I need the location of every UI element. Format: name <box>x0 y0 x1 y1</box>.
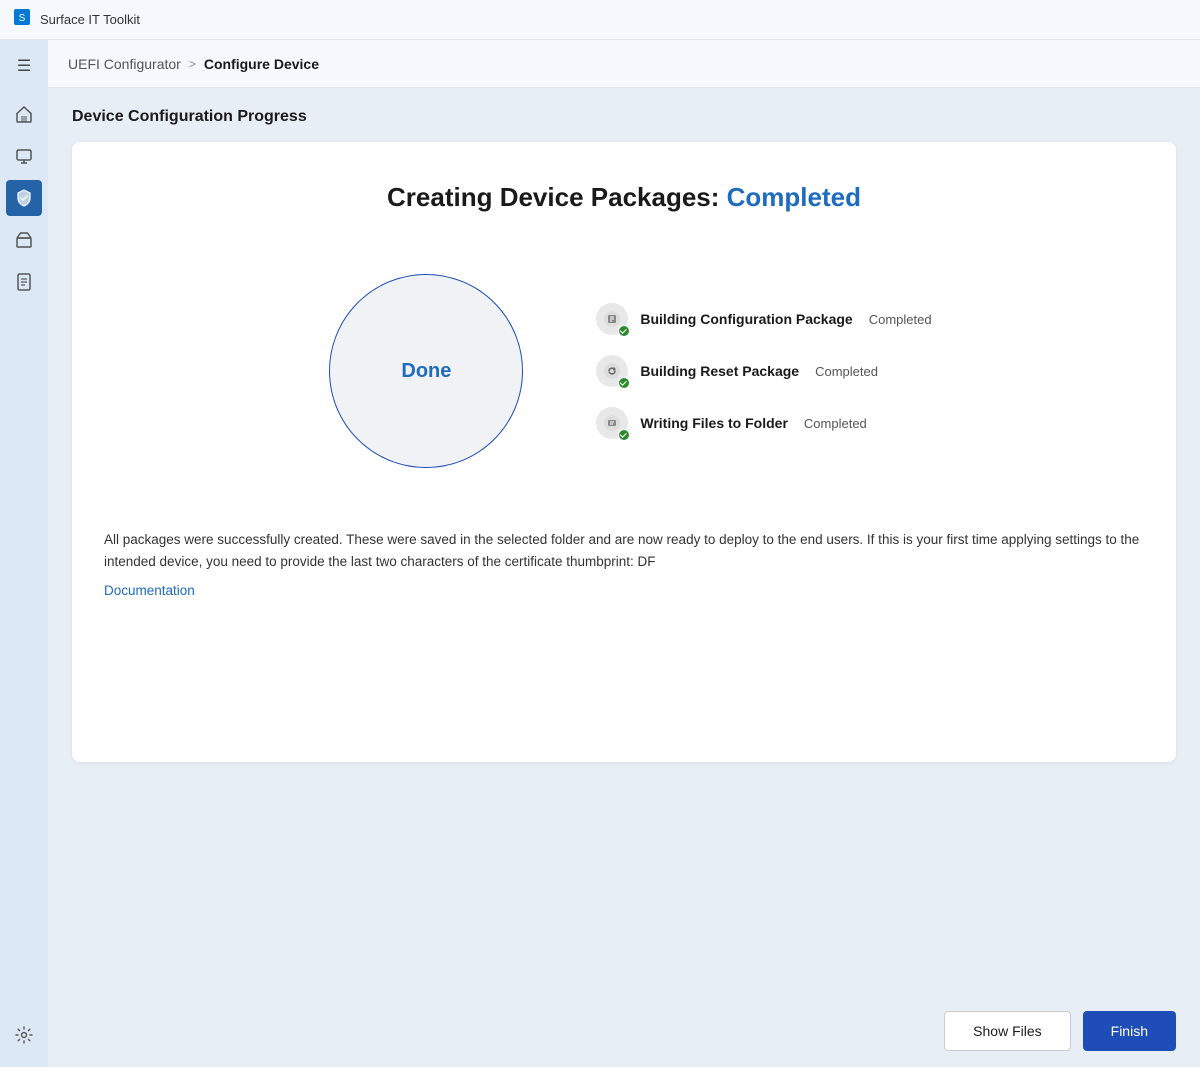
step-item-2: Building Reset Package Completed <box>596 355 931 387</box>
finish-button[interactable]: Finish <box>1083 1011 1176 1051</box>
report-icon <box>14 272 34 292</box>
progress-circle-container: Done <box>316 261 536 481</box>
step-label-2: Building Reset Package <box>640 363 799 379</box>
breadcrumb-current: Configure Device <box>204 56 319 72</box>
svg-text:S: S <box>19 13 26 24</box>
gear-icon <box>14 1025 34 1045</box>
hamburger-menu[interactable]: ☰ <box>6 48 42 84</box>
check-badge-1 <box>618 325 630 337</box>
home-icon <box>14 104 34 124</box>
breadcrumb-separator: > <box>189 57 196 71</box>
check-badge-2 <box>618 377 630 389</box>
step-label-1: Building Configuration Package <box>640 311 852 327</box>
steps-list: Building Configuration Package Completed <box>596 303 931 439</box>
circle-inner: Done <box>330 275 522 467</box>
step-status-1: Completed <box>869 312 932 327</box>
progress-area: Done <box>104 261 1144 481</box>
package-icon <box>14 230 34 250</box>
creating-title-static: Creating Device Packages: <box>387 182 719 212</box>
header: UEFI Configurator > Configure Device <box>48 40 1200 88</box>
breadcrumb: UEFI Configurator > Configure Device <box>68 56 319 72</box>
sidebar-item-reports[interactable] <box>6 264 42 300</box>
show-files-button[interactable]: Show Files <box>944 1011 1070 1051</box>
step-icon-2 <box>596 355 628 387</box>
app-title: Surface IT Toolkit <box>40 12 140 27</box>
shield-icon <box>14 188 34 208</box>
step-status-2: Completed <box>815 364 878 379</box>
circle-label: Done <box>401 360 451 383</box>
device-icon <box>14 146 34 166</box>
sidebar-item-uefi[interactable] <box>6 180 42 216</box>
app-logo: S <box>12 7 32 32</box>
step-icon-1 <box>596 303 628 335</box>
page-content: Device Configuration Progress Creating D… <box>48 88 1200 995</box>
sidebar-item-home[interactable] <box>6 96 42 132</box>
step-item-3: Writing Files to Folder Completed <box>596 407 931 439</box>
sidebar-item-device[interactable] <box>6 138 42 174</box>
step-icon-3 <box>596 407 628 439</box>
title-bar: S Surface IT Toolkit <box>0 0 1200 40</box>
check-badge-3 <box>618 429 630 441</box>
step-item-1: Building Configuration Package Completed <box>596 303 931 335</box>
sidebar-item-settings[interactable] <box>6 1017 42 1053</box>
creating-title-status: Completed <box>727 182 861 212</box>
sidebar-item-packages[interactable] <box>6 222 42 258</box>
progress-card: Creating Device Packages: Completed Done <box>72 142 1176 762</box>
sidebar: ☰ <box>0 40 48 1067</box>
hamburger-icon: ☰ <box>17 56 31 76</box>
step-status-3: Completed <box>804 416 867 431</box>
description-text: All packages were successfully created. … <box>104 529 1144 572</box>
creating-title: Creating Device Packages: Completed <box>104 182 1144 213</box>
documentation-link[interactable]: Documentation <box>104 583 195 598</box>
breadcrumb-parent: UEFI Configurator <box>68 56 181 72</box>
page-title: Device Configuration Progress <box>72 108 1176 126</box>
step-label-3: Writing Files to Folder <box>640 415 788 431</box>
main-content: UEFI Configurator > Configure Device Dev… <box>48 40 1200 1067</box>
footer: Show Files Finish <box>48 995 1200 1067</box>
